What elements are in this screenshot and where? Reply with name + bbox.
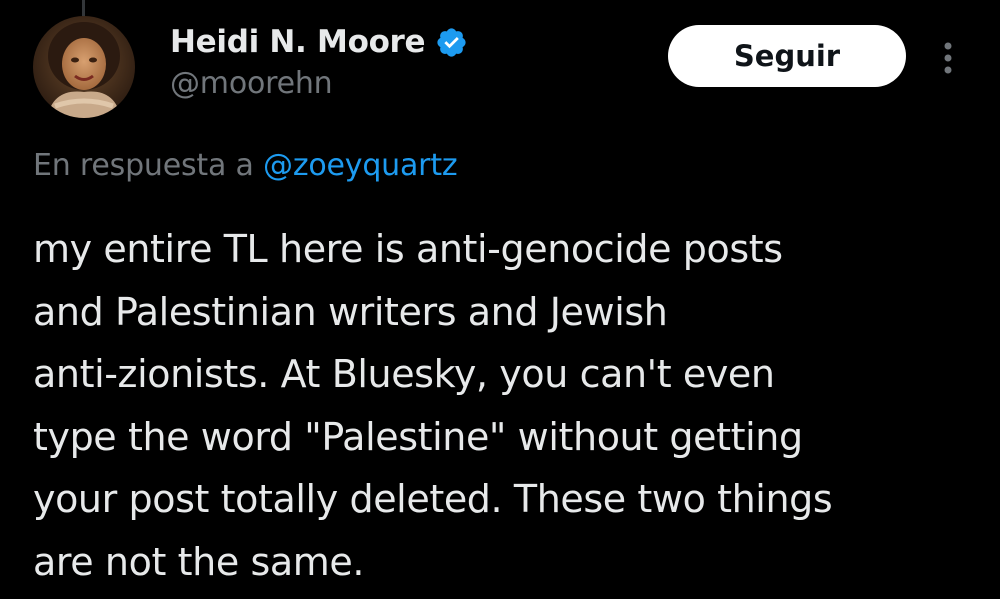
reply-prefix: En respuesta a bbox=[33, 148, 254, 183]
reply-context: En respuesta a @zoeyquartz bbox=[33, 148, 458, 183]
vertical-ellipsis-icon[interactable] bbox=[934, 38, 962, 78]
thread-connector-line bbox=[82, 0, 85, 16]
tweet: Heidi N. Moore @moorehn Seguir En respue… bbox=[0, 0, 1000, 599]
tweet-text-line: your post totally deleted. These two thi… bbox=[33, 477, 833, 521]
author-info: Heidi N. Moore @moorehn bbox=[170, 20, 468, 101]
tweet-text: my entire TL here is anti-genocide posts… bbox=[33, 218, 978, 593]
follow-button[interactable]: Seguir bbox=[668, 25, 906, 87]
tweet-text-line: my entire TL here is anti-genocide posts bbox=[33, 227, 783, 271]
reply-handle-link[interactable]: @zoeyquartz bbox=[263, 148, 458, 183]
verified-badge-icon bbox=[437, 27, 466, 57]
tweet-text-line: are not the same. bbox=[33, 539, 365, 584]
tweet-text-line: and Palestinian writers and Jewish bbox=[33, 289, 668, 334]
author-name-row: Heidi N. Moore bbox=[170, 20, 468, 64]
tweet-text-line: type the word "Palestine" without gettin… bbox=[33, 414, 803, 459]
avatar[interactable] bbox=[33, 16, 135, 118]
author-handle[interactable]: @moorehn bbox=[170, 66, 468, 101]
tweet-text-line: anti-zionists. At Bluesky, you can't eve… bbox=[33, 352, 775, 396]
profile-photo-icon bbox=[33, 16, 135, 118]
author-display-name[interactable]: Heidi N. Moore bbox=[170, 24, 426, 60]
